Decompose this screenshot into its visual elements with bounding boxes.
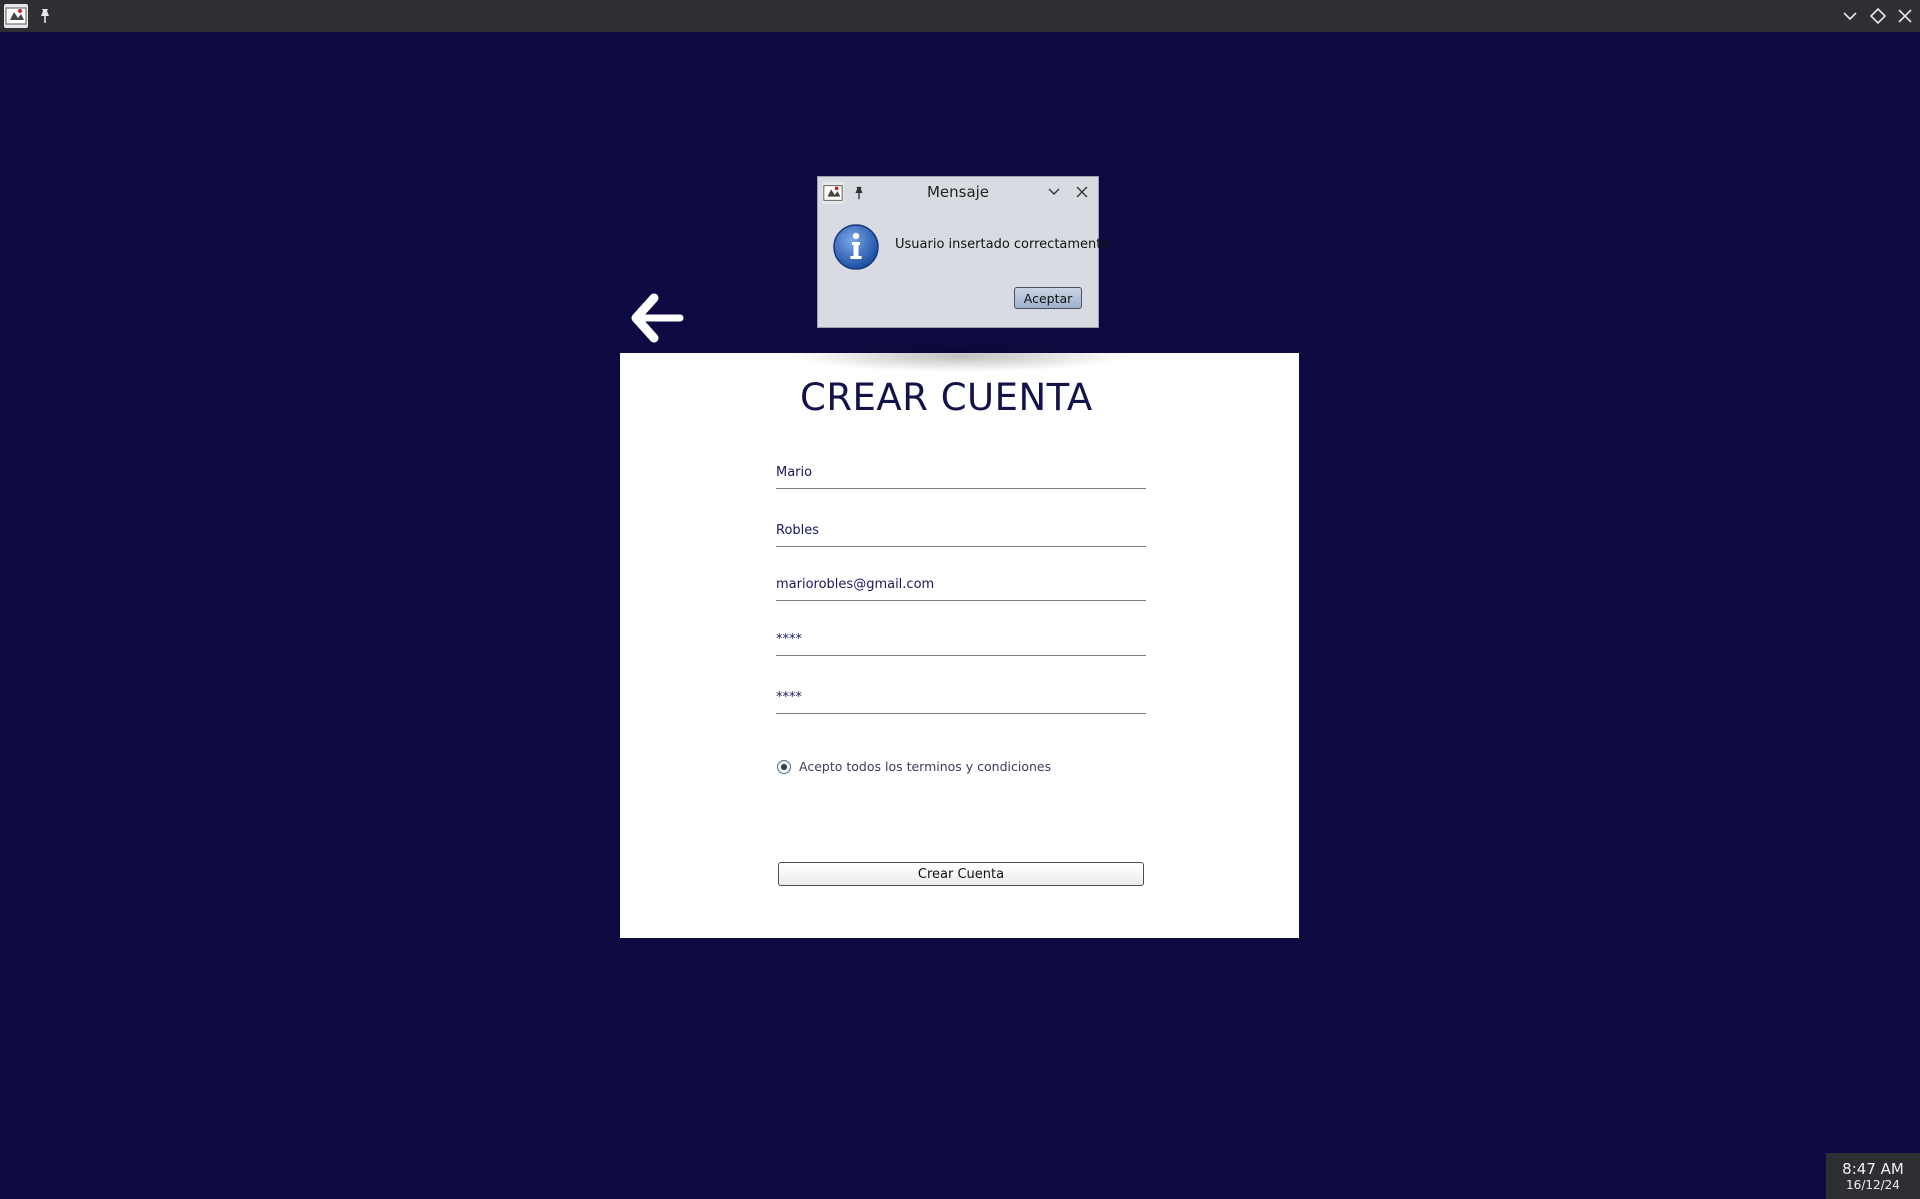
clock-date: 16/12/24	[1846, 1178, 1900, 1192]
back-arrow-icon[interactable]	[630, 292, 686, 344]
message-dialog: Mensaje Usuario insertado correctamente.…	[817, 176, 1114, 328]
radio-selected-dot	[781, 764, 787, 770]
first-name-field[interactable]: Mario	[776, 458, 1146, 489]
pin-icon[interactable]	[37, 7, 53, 25]
confirm-password-value: ****	[776, 690, 802, 705]
dialog-titlebar: Mensaje	[818, 177, 1098, 207]
last-name-field[interactable]: Robles	[776, 516, 1146, 547]
email-field[interactable]: mariorobles@gmail.com	[776, 570, 1146, 601]
terms-radio-button[interactable]	[777, 760, 791, 774]
maximize-icon[interactable]	[1868, 6, 1888, 26]
page-title: CREAR CUENTA	[800, 376, 1093, 419]
dialog-message: Usuario insertado correctamente.	[895, 237, 1114, 252]
dialog-minimize-icon[interactable]	[1046, 184, 1062, 200]
password-field[interactable]: ****	[776, 625, 1146, 656]
dialog-close-icon[interactable]	[1074, 184, 1090, 200]
minimize-icon[interactable]	[1840, 6, 1860, 26]
confirm-password-field[interactable]: ****	[776, 683, 1146, 714]
dialog-shadow	[790, 340, 1130, 372]
info-icon	[833, 224, 879, 270]
system-clock: 8:47 AM 16/12/24	[1826, 1153, 1920, 1199]
clock-time: 8:47 AM	[1842, 1160, 1904, 1178]
first-name-value: Mario	[776, 465, 813, 480]
email-value: mariorobles@gmail.com	[776, 577, 935, 592]
create-account-button[interactable]: Crear Cuenta	[778, 862, 1144, 886]
close-icon[interactable]	[1895, 6, 1915, 26]
window-titlebar	[0, 0, 1920, 32]
terms-label: Acepto todos los terminos y condiciones	[799, 759, 1052, 774]
accept-button[interactable]: Aceptar	[1014, 287, 1082, 309]
last-name-value: Robles	[776, 523, 820, 538]
password-value: ****	[776, 632, 802, 647]
app-icon	[4, 4, 28, 28]
